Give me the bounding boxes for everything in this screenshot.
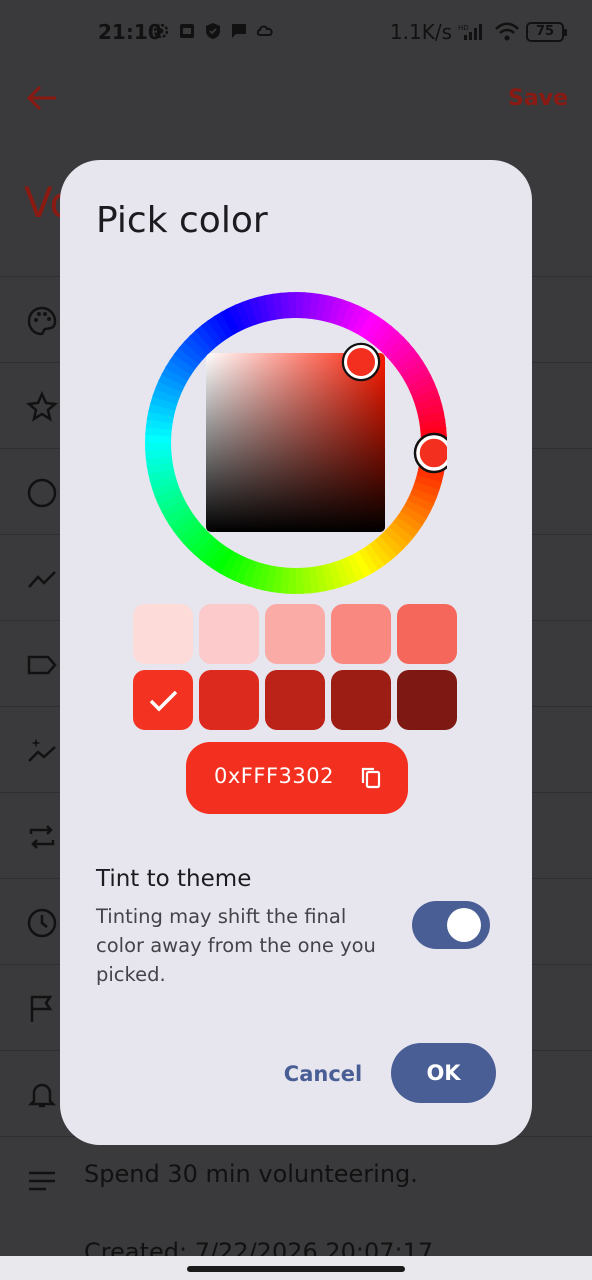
tint-toggle[interactable]: [412, 901, 490, 949]
signal-icon: HD: [458, 24, 482, 40]
label-icon: [27, 655, 57, 675]
status-bar: 21:10 1.1K/s HD 75: [0, 0, 592, 66]
dialog-title: Pick color: [96, 200, 268, 241]
message-icon: [232, 24, 246, 38]
color-swatch[interactable]: [199, 604, 259, 664]
star-icon: [26, 391, 58, 422]
sv-handle[interactable]: [341, 342, 381, 382]
notes-icon: [29, 1171, 55, 1191]
clock-icon: [27, 908, 57, 938]
color-swatch[interactable]: [397, 604, 457, 664]
hex-value-button[interactable]: 0xFFF3302: [186, 742, 408, 814]
color-swatch[interactable]: [199, 670, 259, 730]
color-swatch[interactable]: [331, 604, 391, 664]
color-wheel[interactable]: [145, 292, 447, 594]
sim-icon: [180, 24, 194, 38]
trend-icon: [28, 571, 56, 588]
tint-title: Tint to theme: [96, 866, 252, 892]
palette-icon: [27, 306, 57, 336]
task-description: Spend 30 min volunteering.: [84, 1160, 418, 1188]
check-icon: [149, 690, 178, 712]
flag-icon: [30, 995, 53, 1022]
app-bar: Save: [0, 66, 592, 130]
color-picker-dialog: Pick color 0xFFF3302 Tint to theme Tinti…: [60, 160, 532, 1145]
color-swatch[interactable]: [331, 670, 391, 730]
color-swatch[interactable]: [265, 670, 325, 730]
back-arrow-icon[interactable]: [26, 84, 58, 112]
tint-description: Tinting may shift the final color away f…: [96, 905, 376, 986]
cloud-icon: [256, 25, 273, 36]
save-button[interactable]: Save: [508, 86, 568, 111]
sparkle-trend-icon: [28, 738, 56, 762]
nav-handle[interactable]: [187, 1266, 405, 1272]
shield-icon: [206, 23, 220, 39]
gear-icon: [153, 23, 169, 39]
color-swatch[interactable]: [265, 604, 325, 664]
ok-button[interactable]: OK: [391, 1043, 496, 1103]
battery-indicator: 75: [526, 22, 567, 42]
circle-icon: [27, 478, 57, 508]
cancel-button[interactable]: Cancel: [272, 1044, 374, 1104]
svg-text:HD: HD: [458, 24, 469, 32]
repeat-icon: [29, 825, 55, 849]
hex-value: 0xFFF3302: [214, 764, 334, 788]
network-speed: 1.1K/s: [389, 20, 452, 44]
color-swatch[interactable]: [397, 670, 457, 730]
copy-icon[interactable]: [358, 765, 384, 791]
status-icons: [152, 22, 274, 40]
status-right: 1.1K/s HD 75: [389, 20, 567, 44]
color-swatch[interactable]: [133, 670, 193, 730]
toggle-knob: [447, 908, 481, 942]
bell-icon: [27, 1083, 57, 1108]
color-swatch[interactable]: [133, 604, 193, 664]
wifi-icon: [495, 22, 519, 41]
